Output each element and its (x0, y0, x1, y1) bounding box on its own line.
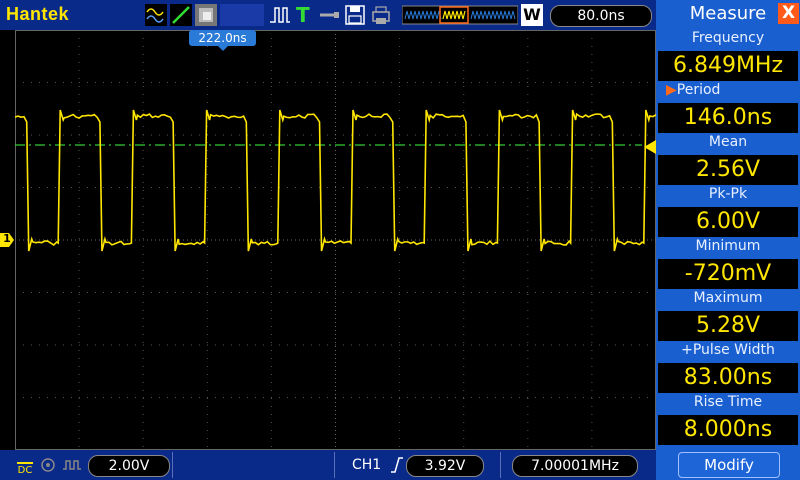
measure-label-rise-time[interactable]: Rise Time (656, 393, 800, 412)
measure-label-pulse-width[interactable]: +Pulse Width (656, 341, 800, 360)
waveform-overview-icon[interactable] (402, 4, 518, 26)
trigger-level-marker[interactable] (642, 139, 656, 158)
measure-label-period-text: Period (676, 82, 721, 98)
waveform-display[interactable] (0, 30, 716, 450)
measure-value-frequency: 6.849MHz (658, 51, 798, 81)
trigger-position-pointer (218, 46, 228, 51)
measure-value-pulse-width: 83.00ns (658, 363, 798, 393)
close-icon[interactable]: X (778, 3, 799, 24)
separator (172, 452, 173, 478)
measure-value-period: 146.0ns (658, 103, 798, 133)
measure-label-frequency[interactable]: Frequency (656, 29, 800, 48)
waveform-mode-icon[interactable] (145, 4, 167, 26)
persistence-icon[interactable] (195, 4, 217, 26)
dc-coupling-icon[interactable]: DC (14, 456, 36, 476)
selected-arrow-icon: ▶ (666, 82, 677, 98)
trigger-mode-icon[interactable]: T (296, 4, 310, 26)
measure-label-period[interactable]: ▶Period (656, 81, 800, 100)
save-icon[interactable] (344, 4, 366, 26)
volts-per-div-display[interactable]: 2.00V (88, 455, 170, 477)
trigger-position-marker[interactable]: 222.0ns (189, 30, 256, 46)
measure-panel: Measure X Frequency 6.849MHz ▶Period 146… (656, 0, 800, 480)
print-icon[interactable] (370, 4, 392, 26)
top-toolbar: Hantek T W 80.0ns (0, 0, 656, 30)
status-box (220, 4, 264, 26)
probe-icon[interactable] (40, 457, 56, 477)
trigger-level-display[interactable]: 3.92V (406, 455, 484, 477)
measure-value-pk-pk: 6.00V (658, 207, 798, 237)
measure-label-mean[interactable]: Mean (656, 133, 800, 152)
pulse-trigger-icon[interactable] (268, 4, 292, 26)
measure-value-mean: 2.56V (658, 155, 798, 185)
bandwidth-limit-icon[interactable] (62, 457, 82, 477)
measure-value-maximum: 5.28V (658, 311, 798, 341)
modify-button[interactable]: Modify (678, 452, 780, 478)
usb-icon[interactable] (318, 4, 340, 26)
bottom-status-bar: DC 2.00V CH1 3.92V 7.00001MHz (0, 450, 656, 480)
graticule (0, 30, 716, 450)
window-mode-button[interactable]: W (521, 4, 543, 26)
measure-label-pk-pk[interactable]: Pk-Pk (656, 185, 800, 204)
separator (334, 452, 335, 478)
measure-value-rise-time: 8.000ns (658, 415, 798, 445)
frequency-counter-display: 7.00001MHz (512, 455, 638, 477)
measure-value-minimum: -720mV (658, 259, 798, 289)
timebase-display[interactable]: 80.0ns (550, 5, 652, 27)
measure-label-maximum[interactable]: Maximum (656, 289, 800, 308)
channel1-marker-label: 1 (3, 232, 11, 245)
measure-label-minimum[interactable]: Minimum (656, 237, 800, 256)
trigger-source-label[interactable]: CH1 (352, 456, 381, 474)
line-mode-icon[interactable] (170, 4, 192, 26)
channel1-waveform (0, 109, 716, 252)
brand-logo: Hantek (6, 4, 70, 24)
coupling-label: DC (17, 465, 33, 476)
separator (500, 452, 501, 478)
rising-edge-icon[interactable] (390, 456, 404, 478)
